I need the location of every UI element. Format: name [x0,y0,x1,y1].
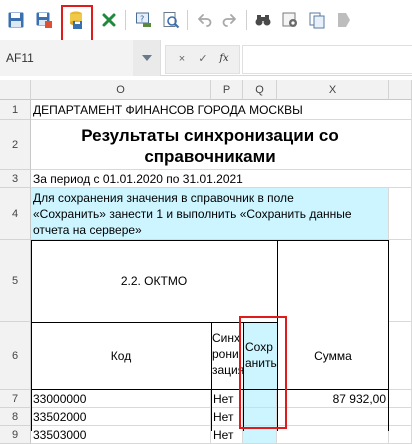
data-extra-3[interactable] [389,426,412,444]
row-header-2[interactable]: 2 [0,120,31,170]
find-icon[interactable] [252,9,274,31]
report-title-line2: справочниками [144,147,276,166]
data-sum-1[interactable]: 87 932,00 [277,390,389,408]
table-border-left [31,240,32,431]
save-column-highlight [239,316,287,429]
fx-icon[interactable]: fx [214,50,234,68]
row-header-1[interactable]: 1 [0,100,31,120]
preview-icon[interactable] [160,9,182,31]
column-header-p[interactable]: P [211,80,243,100]
data-sum-2[interactable] [277,408,389,426]
save-icon[interactable] [5,9,27,31]
copy-icon[interactable] [306,9,328,31]
cell-row1[interactable]: ДЕПАРТАМЕНТ ФИНАНСОВ ГОРОДА МОСКВЫ [31,100,412,120]
sync-value: Нет [213,428,234,442]
report-title-line1: Результаты синхронизации со [81,126,339,145]
cell-section-x[interactable] [277,240,389,322]
cell-note[interactable]: Для сохранения значения в справочник в п… [31,188,389,240]
table-border-header-bottom [31,389,389,390]
table-border-code-right [211,322,212,431]
column-header-x[interactable]: X [277,80,389,100]
save-as-icon[interactable] [33,9,55,31]
column-header-o[interactable]: O [31,80,211,100]
search-help-icon[interactable]: ? [133,9,155,31]
cell-title[interactable]: Результаты синхронизации со справочникам… [31,120,412,170]
data-sum-3[interactable] [277,426,389,444]
code-value: 33502000 [33,410,87,424]
formula-bar: AF11 × ✓ fx [0,40,412,76]
table-border-right [388,240,389,431]
data-code-3[interactable]: 33503000 [31,426,211,444]
svg-text:?: ? [140,15,144,24]
formula-input[interactable] [242,45,412,74]
column-header-extra[interactable] [389,80,412,100]
data-extra-2[interactable] [389,408,412,426]
cancel-icon[interactable]: × [172,50,192,68]
excel-export-icon[interactable] [98,9,120,31]
row-header-9[interactable]: 9 [0,426,31,444]
cell-section-extra[interactable] [389,240,412,322]
sync-value: Нет [213,392,234,406]
confirm-icon[interactable]: ✓ [193,50,213,68]
department-name: ДЕПАРТАМЕНТ ФИНАНСОВ ГОРОДА МОСКВЫ [33,103,303,117]
code-value: 33503000 [33,428,87,442]
name-box[interactable]: AF11 [0,40,161,76]
bookmark-icon[interactable] [332,9,354,31]
header-code-label: Код [110,349,132,363]
toolbar: ? [0,0,412,45]
header-extra[interactable] [389,322,412,390]
period-text: За период с 01.01.2020 по 31.01.2021 [33,172,243,186]
select-all-corner[interactable] [0,80,31,100]
code-value: 33000000 [33,392,87,406]
chevron-down-icon[interactable] [133,40,160,76]
header-sync-l1: Синх [212,331,240,345]
note-line2: «Сохранить» занести 1 и выполнить «Сохра… [33,207,352,221]
toolbar-separator [246,10,247,30]
cell-period[interactable]: За период с 01.01.2020 по 31.01.2021 [31,170,412,188]
row-header-7[interactable]: 7 [0,390,31,408]
row-header-8[interactable]: 8 [0,408,31,426]
row-header-4[interactable]: 4 [0,188,31,240]
section-title: 2.2. ОКТМО [120,274,188,288]
header-sync-l2: рони [212,347,239,361]
sum-value: 87 932,00 [332,392,386,406]
table-border-top [31,240,389,241]
cell-reference: AF11 [6,51,34,65]
undo-icon[interactable] [193,9,215,31]
toolbar-separator [125,10,126,30]
data-extra-1[interactable] [389,390,412,408]
settings-icon[interactable] [279,9,301,31]
header-sum[interactable]: Сумма [277,322,389,390]
note-line3: отчета на сервере» [33,223,142,237]
header-sum-label: Сумма [314,349,352,363]
formula-controls: × ✓ fx [165,45,240,74]
cell-section[interactable]: 2.2. ОКТМО [31,240,277,322]
sync-value: Нет [213,410,234,424]
cell-note-extra[interactable] [389,188,412,240]
redo-icon[interactable] [219,9,241,31]
row-header-3[interactable]: 3 [0,170,31,188]
column-header-q[interactable]: Q [243,80,277,100]
header-code[interactable]: Код [31,322,211,390]
data-code-2[interactable]: 33502000 [31,408,211,426]
row-header-6[interactable]: 6 [0,322,31,390]
row-header-5[interactable]: 5 [0,240,31,322]
note-line1: Для сохранения значения в справочник в п… [33,191,294,205]
server-save-highlight [61,5,93,45]
data-code-1[interactable]: 33000000 [31,390,211,408]
toolbar-separator [187,10,188,30]
